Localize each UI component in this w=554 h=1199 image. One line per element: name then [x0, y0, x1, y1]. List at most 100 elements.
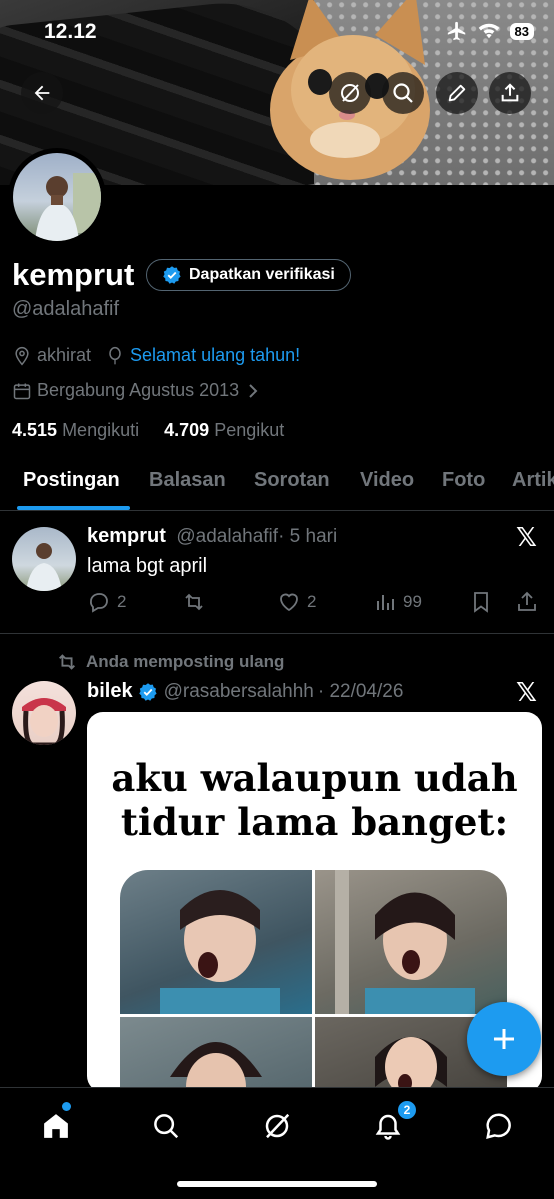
media-photo-cell	[120, 870, 312, 1014]
tab-postingan[interactable]: Postingan	[23, 469, 120, 492]
bookmark-button[interactable]	[469, 590, 493, 614]
x-logo-icon[interactable]: 𝕏	[516, 522, 537, 553]
repost-label: Anda memposting ulang	[86, 652, 285, 671]
search-icon	[154, 1114, 179, 1139]
profile-handle: @adalahafif	[12, 298, 120, 320]
post-share-button[interactable]	[515, 590, 539, 614]
views-button[interactable]: 99	[373, 590, 422, 614]
post-actions: 2 2 99	[87, 590, 542, 618]
birthday-link[interactable]: Selamat ulang tahun!	[130, 345, 300, 366]
profile-meta-location-birthday: akhirat Selamat ulang tahun!	[12, 345, 300, 366]
bookmark-icon	[474, 592, 488, 613]
repost-icon	[185, 593, 203, 611]
share-icon	[518, 591, 536, 611]
post-divider	[0, 633, 554, 634]
nav-search[interactable]	[144, 1104, 188, 1148]
grok-button[interactable]	[329, 72, 371, 114]
search-button[interactable]	[382, 72, 424, 114]
active-tab-indicator	[17, 506, 130, 510]
calendar-icon	[13, 383, 31, 399]
post-avatar[interactable]	[12, 681, 76, 745]
nav-messages[interactable]	[477, 1104, 521, 1148]
repost-button[interactable]	[182, 590, 206, 614]
home-indicator[interactable]	[177, 1181, 377, 1187]
plus-icon	[494, 1029, 514, 1049]
media-caption-line: aku walaupun udah	[111, 756, 518, 800]
following-count: 4.515	[12, 420, 58, 440]
profile-location: akhirat	[37, 345, 92, 365]
followers-label: Pengikut	[214, 420, 285, 440]
follow-counts: 4.515 Mengikuti 4.709 Pengikut	[12, 420, 284, 441]
tab-sorotan[interactable]: Sorotan	[254, 469, 330, 492]
like-count: 2	[307, 592, 317, 611]
post-header: kemprut @adalahafif· 5 hari	[87, 525, 337, 548]
compose-post-button[interactable]	[467, 1002, 541, 1076]
followers-count: 4.709	[164, 420, 210, 440]
tab-foto[interactable]: Foto	[442, 469, 485, 492]
post-time: · 22/04/26	[317, 680, 404, 702]
tab-artikel[interactable]: Artik	[512, 469, 554, 492]
get-verified-label: Dapatkan verifikasi	[189, 266, 335, 283]
avatar-photo	[35, 173, 101, 241]
nav-home[interactable]	[34, 1104, 78, 1148]
location-icon	[15, 346, 29, 365]
edit-icon	[448, 84, 466, 102]
verified-badge-icon	[163, 266, 181, 284]
profile-avatar[interactable]	[13, 153, 101, 241]
profile-name: kemprut	[12, 257, 135, 292]
followers-link[interactable]: 4.709 Pengikut	[164, 420, 284, 440]
back-button[interactable]	[21, 72, 63, 114]
status-bar: 12.12 83	[0, 0, 554, 64]
home-icon	[44, 1114, 68, 1138]
reply-icon	[90, 593, 108, 613]
battery-indicator: 83	[509, 22, 534, 40]
profile-meta-joined: Bergabung Agustus 2013	[12, 380, 259, 401]
status-time: 12.12	[44, 20, 97, 43]
post-avatar-photo	[26, 543, 62, 591]
reply-button[interactable]: 2	[87, 590, 126, 614]
tab-balasan[interactable]: Balasan	[149, 469, 226, 492]
views-count: 99	[403, 592, 422, 611]
following-link[interactable]: 4.515 Mengikuti	[12, 420, 139, 440]
media-photo-grid	[120, 870, 507, 1092]
share-button[interactable]	[489, 72, 531, 114]
verified-badge-icon	[138, 682, 157, 701]
grok-icon	[265, 1113, 290, 1139]
media-caption-line: tidur lama banget:	[120, 800, 509, 844]
media-caption: aku walaupun udah tidur lama banget:	[87, 756, 542, 844]
post-author-name[interactable]: bilek	[87, 680, 133, 703]
get-verified-button[interactable]: Dapatkan verifikasi	[146, 259, 351, 291]
balloon-icon	[109, 346, 121, 364]
media-photo-cell	[120, 1017, 312, 1092]
following-label: Mengikuti	[62, 420, 140, 440]
share-icon	[501, 83, 519, 102]
repost-indicator: Anda memposting ulang	[56, 651, 284, 673]
heart-icon	[280, 593, 298, 612]
post-time: · 5 hari	[278, 526, 338, 547]
post-avatar[interactable]	[12, 527, 76, 591]
like-button[interactable]: 2	[277, 590, 316, 614]
chevron-right-icon[interactable]	[247, 383, 259, 399]
post-avatar-photo	[22, 698, 66, 745]
x-logo-icon[interactable]: 𝕏	[516, 677, 537, 708]
edit-button[interactable]	[436, 72, 478, 114]
repost-icon	[59, 654, 75, 670]
home-unread-dot	[62, 1102, 71, 1111]
back-arrow-icon	[34, 85, 50, 101]
views-icon	[377, 595, 394, 610]
joined-date: Bergabung Agustus 2013	[37, 380, 240, 400]
wifi-icon	[478, 23, 499, 39]
notification-badge: 2	[397, 1100, 417, 1120]
post-header: bilek @rasabersalahhh · 22/04/26	[87, 680, 403, 703]
media-photo-cell	[315, 870, 507, 1014]
grok-icon	[341, 84, 359, 102]
post-author-handle[interactable]: @rasabersalahhh	[164, 681, 314, 703]
airplane-mode-icon	[447, 21, 465, 41]
tab-video[interactable]: Video	[360, 469, 414, 492]
post-author-name[interactable]: kemprut	[87, 525, 166, 547]
nav-grok[interactable]	[255, 1104, 299, 1148]
reply-count: 2	[117, 592, 127, 611]
search-icon	[393, 83, 413, 103]
post-author-handle[interactable]: @adalahafif	[176, 526, 278, 547]
profile-tabs: Postingan Balasan Sorotan Video Foto Art…	[0, 455, 554, 511]
